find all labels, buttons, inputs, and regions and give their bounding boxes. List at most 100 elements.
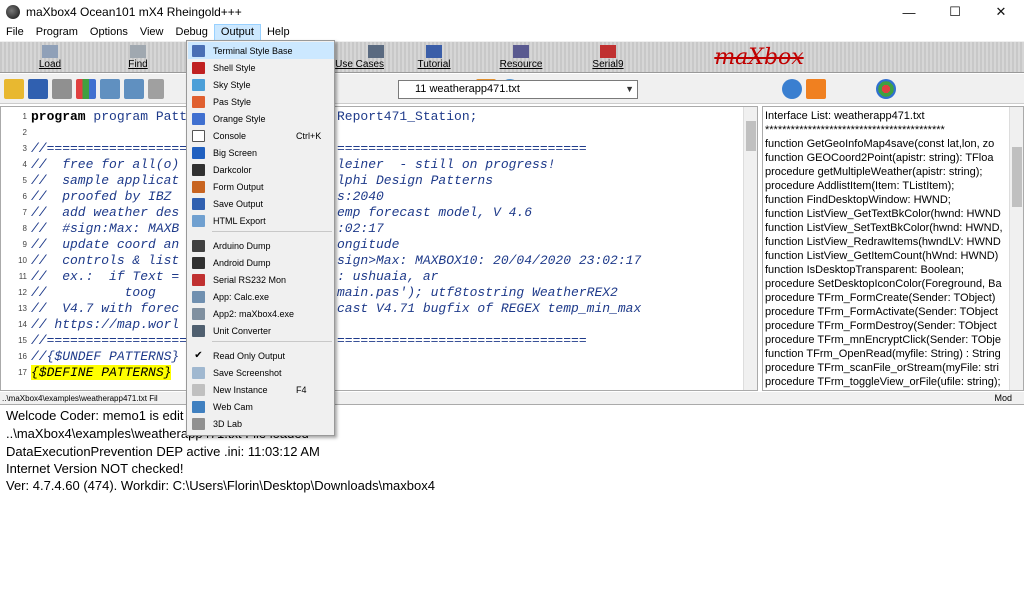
menu-bar: File Program Options View Debug Output H…: [0, 24, 1024, 41]
menu-output[interactable]: Output: [213, 24, 261, 41]
tutorial-button[interactable]: Tutorial: [390, 42, 478, 72]
print-icon[interactable]: [52, 78, 72, 99]
interface-scrollbar[interactable]: [1009, 107, 1023, 390]
chevron-down-icon[interactable]: ▼: [625, 81, 634, 98]
scrollbar-thumb[interactable]: [1012, 147, 1022, 207]
sky-icon: [192, 78, 205, 91]
memo-line: DataExecutionPrevention DEP active .ini:…: [6, 444, 320, 459]
menu-item-form-output[interactable]: Form Output: [188, 178, 334, 195]
menu-separator: [212, 231, 332, 232]
menu-item-shell-style[interactable]: Shell Style: [188, 59, 334, 76]
list-item[interactable]: procedure getMultipleWeather(apistr: str…: [765, 165, 982, 179]
scrollbar-thumb[interactable]: [746, 121, 756, 151]
find-button[interactable]: Find: [100, 42, 176, 72]
close-button[interactable]: ✕: [978, 0, 1024, 24]
menu-item-darkcolor[interactable]: Darkcolor: [188, 161, 334, 178]
menu-program[interactable]: Program: [30, 24, 84, 41]
menu-item-orange-style[interactable]: Orange Style: [188, 110, 334, 127]
menu-item-unit-converter[interactable]: Unit Converter: [188, 322, 334, 339]
list-item[interactable]: procedure TFrm_FormCreate(Sender: TObjec…: [765, 291, 995, 305]
window-title: maXbox4 Ocean101 mX4 Rheingold+++: [26, 5, 242, 19]
chart-icon[interactable]: [76, 78, 96, 99]
menu-item-html-export[interactable]: HTML Export: [188, 212, 334, 229]
menu-item-save-output[interactable]: Save Output: [188, 195, 334, 212]
menu-item-arduino-dump[interactable]: Arduino Dump: [188, 237, 334, 254]
list-item[interactable]: procedure AddlistItem(Item: TListItem);: [765, 179, 954, 193]
code-line[interactable]: 17 {$DEFINE PATTERNS}: [1, 365, 741, 381]
menu-file[interactable]: File: [0, 24, 30, 41]
rss-icon[interactable]: [806, 78, 826, 99]
shell-icon: [192, 61, 205, 74]
menu-debug[interactable]: Debug: [170, 24, 214, 41]
menu-item-big-screen[interactable]: Big Screen: [188, 144, 334, 161]
menu-view[interactable]: View: [134, 24, 170, 41]
menu-item-3d-lab[interactable]: 3D Lab: [188, 415, 334, 432]
code-editor[interactable]: 1 program program PatternFrmD 2 3//======…: [0, 106, 758, 391]
save-icon[interactable]: [28, 78, 48, 99]
search-icon[interactable]: [148, 78, 164, 99]
menu-item-console[interactable]: Console Ctrl+K: [188, 127, 334, 144]
list-item[interactable]: procedure TFrm_FormDestroy(Sender: TObje…: [765, 319, 997, 333]
big-screen-icon: [192, 146, 205, 159]
list-item[interactable]: procedure TFrm_FormActivate(Sender: TObj…: [765, 305, 998, 319]
minimize-button[interactable]: —: [886, 0, 932, 24]
memo-line: Welcode Coder: memo1 is edit: [6, 408, 184, 423]
menu-item-app-calc[interactable]: App: Calc.exe: [188, 288, 334, 305]
menu-item-save-screenshot[interactable]: Save Screenshot: [188, 364, 334, 381]
list-item[interactable]: function IsDesktopTransparent: Boolean;: [765, 263, 964, 277]
list-item[interactable]: procedure TFrm_toggleView_orFile(ufile: …: [765, 375, 1001, 389]
resource-button[interactable]: Resource: [478, 42, 564, 72]
serial-button[interactable]: Serial9: [564, 42, 652, 72]
pas-icon: [192, 95, 205, 108]
code-line[interactable]: 14// https://map.worl: [1, 317, 741, 333]
undo-icon[interactable]: [100, 78, 120, 99]
maxbox-logo: maXbox: [714, 44, 804, 70]
code-line[interactable]: 16//{$UNDEF PATTERNS}: [1, 349, 741, 365]
code-line[interactable]: 2: [1, 125, 741, 141]
menu-item-web-cam[interactable]: Web Cam: [188, 398, 334, 415]
menu-item-sky-style[interactable]: Sky Style: [188, 76, 334, 93]
list-item[interactable]: function ListView_RedrawItems(hwndLV: HW…: [765, 235, 1001, 249]
menu-item-terminal-style-base[interactable]: Terminal Style Base: [188, 42, 334, 59]
redo-icon[interactable]: [124, 78, 144, 99]
globe-icon[interactable]: [782, 78, 802, 99]
menu-item-app2-maxbox4[interactable]: App2: maXbox4.exe: [188, 305, 334, 322]
menu-item-serial-rs232-mon[interactable]: Serial RS232 Mon: [188, 271, 334, 288]
file-selector[interactable]: 11 weatherapp471.txt ▼: [398, 80, 638, 99]
list-item[interactable]: function ListView_GetTextBkColor(hwnd: H…: [765, 207, 1001, 221]
list-item[interactable]: ****************************************…: [765, 123, 945, 137]
maximize-button[interactable]: ☐: [932, 0, 978, 24]
list-item[interactable]: procedure TFrm_scanFile_orStream(myFile:…: [765, 361, 999, 375]
menu-item-android-dump[interactable]: Android Dump: [188, 254, 334, 271]
list-item[interactable]: function GetGeoInfoMap4save(const lat,lo…: [765, 137, 994, 151]
status-mode: Mod: [994, 393, 1012, 403]
menu-item-read-only-output[interactable]: ✔ Read Only Output: [188, 347, 334, 364]
list-item[interactable]: procedure SetDesktopIconColor(Foreground…: [765, 277, 1002, 291]
editor-scrollbar[interactable]: [743, 107, 757, 390]
3d-lab-icon: [192, 417, 205, 430]
darkcolor-icon: [192, 163, 205, 176]
list-item[interactable]: function ListView_GetItemCount(hWnd: HWN…: [765, 249, 998, 263]
serial-icon: [192, 273, 205, 286]
checkmark-icon: ✔: [194, 350, 203, 361]
arduino-icon: [192, 239, 205, 252]
open-folder-icon[interactable]: [4, 78, 24, 99]
menu-item-pas-style[interactable]: Pas Style: [188, 93, 334, 110]
output-memo[interactable]: Welcode Coder: memo1 is edit ..\maXbox4\…: [0, 406, 1024, 592]
menu-item-new-instance[interactable]: New Instance F4: [188, 381, 334, 398]
load-button[interactable]: Load: [0, 42, 100, 72]
form-output-icon: [192, 180, 205, 193]
list-item[interactable]: function GEOCoord2Point(apistr: string):…: [765, 151, 993, 165]
use-cases-icon: [368, 45, 384, 58]
list-item[interactable]: function TFrm_OpenRead(myfile: String) :…: [765, 347, 1001, 361]
list-item[interactable]: procedure TFrm_mnEncryptClick(Sender: TO…: [765, 333, 1001, 347]
color-wheel-icon[interactable]: [876, 78, 896, 99]
menu-help[interactable]: Help: [261, 24, 296, 41]
list-item[interactable]: function ListView_SetTextBkColor(hwnd: H…: [765, 221, 1003, 235]
list-item[interactable]: function FindDesktopWindow: HWND;: [765, 193, 951, 207]
unit-converter-icon: [192, 324, 205, 337]
menu-options[interactable]: Options: [84, 24, 134, 41]
interface-list[interactable]: Interface List: weatherapp471.txt ******…: [762, 106, 1024, 391]
screenshot-icon: [192, 366, 205, 379]
window-controls: — ☐ ✕: [886, 0, 1024, 24]
